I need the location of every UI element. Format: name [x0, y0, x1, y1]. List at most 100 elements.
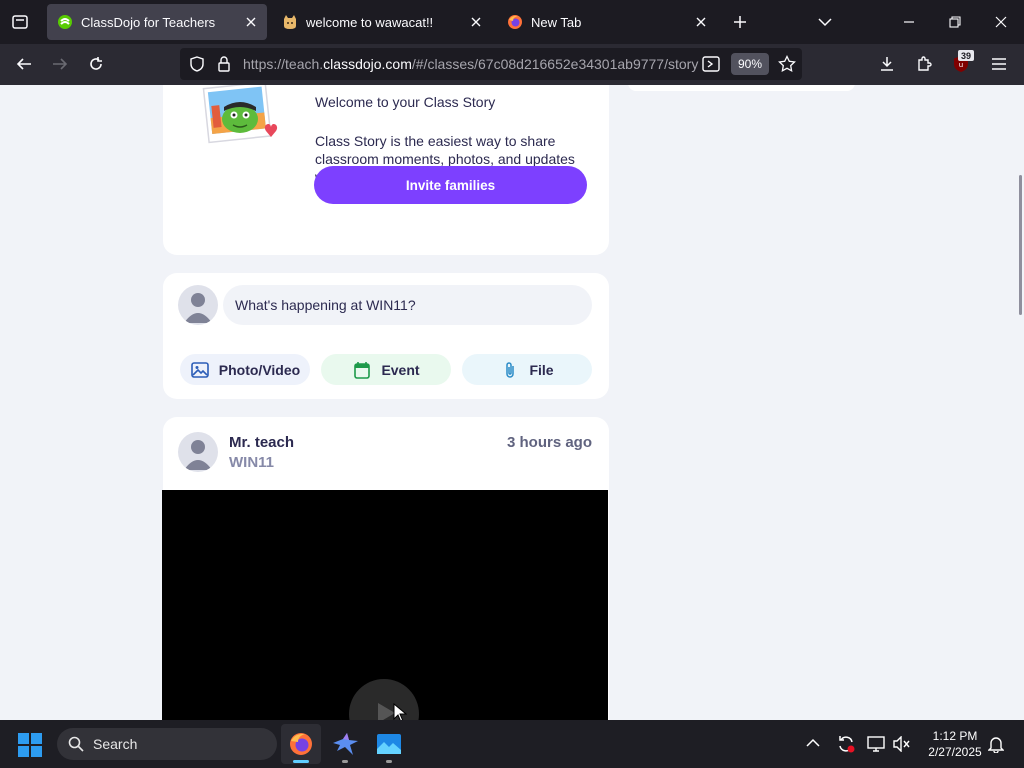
tab-title: ClassDojo for Teachers [81, 14, 216, 30]
classdojo-icon [57, 14, 73, 30]
running-indicator [342, 760, 348, 763]
minimize-icon [904, 21, 914, 23]
shield-icon[interactable] [189, 56, 205, 72]
volume-muted-icon[interactable] [893, 736, 911, 752]
running-indicator [386, 760, 392, 763]
chevron-down-icon [818, 18, 832, 27]
start-button[interactable] [18, 733, 42, 757]
clock-time: 1:12 PM [932, 729, 978, 743]
close-icon[interactable] [689, 10, 713, 34]
svg-text:u: u [959, 61, 963, 69]
post-timestamp: 3 hours ago [506, 434, 592, 451]
extension-badge: 39 [958, 50, 974, 61]
avatar [178, 285, 218, 325]
extensions-button[interactable] [908, 48, 940, 80]
event-button[interactable]: Event [321, 354, 451, 385]
display-icon[interactable] [867, 735, 887, 753]
url-path: /#/classes/67c08d216652e34301ab9777/stor… [411, 56, 699, 72]
photos-icon [377, 734, 401, 754]
default-user-icon [184, 293, 212, 323]
page-scrollbar[interactable] [1016, 85, 1024, 720]
page-viewport: Welcome to your Class Story Class Story … [0, 85, 1024, 720]
taskbar-photos-app[interactable] [369, 724, 409, 764]
firefox-icon [507, 14, 523, 30]
firefox-icon [290, 733, 312, 755]
tab-classdojo[interactable]: ClassDojo for Teachers [47, 4, 267, 40]
file-label: File [529, 361, 554, 378]
puzzle-icon [918, 56, 932, 71]
menu-button[interactable] [983, 48, 1015, 80]
address-bar[interactable]: https://teach.classdojo.com/#/classes/67… [180, 48, 802, 80]
avatar[interactable] [178, 432, 218, 472]
zoom-level-button[interactable]: 90% [731, 53, 770, 75]
arrow-right-icon [53, 58, 68, 70]
close-window-button[interactable] [978, 0, 1024, 44]
notification-bell-icon[interactable] [988, 735, 1004, 753]
taskbar-clock[interactable]: 1:12 PM 2/27/2025 [922, 728, 988, 760]
taskbar-search[interactable]: Search [57, 728, 277, 760]
taskbar-bird-app[interactable] [325, 724, 365, 764]
photo-video-button[interactable]: Photo/Video [180, 354, 310, 385]
windows-logo-quad [31, 746, 42, 757]
class-story-illustration [202, 85, 278, 144]
post-author[interactable]: Mr. teach [229, 434, 294, 451]
clock-date: 2/27/2025 [928, 745, 982, 759]
restore-icon [949, 16, 961, 28]
windows-logo-quad [18, 733, 29, 744]
search-icon [68, 736, 84, 752]
image-icon [190, 360, 210, 380]
scrollbar-thumb[interactable] [1019, 175, 1022, 315]
hamburger-menu-icon [992, 58, 1006, 70]
url-domain: classdojo.com [323, 56, 412, 72]
right-sidebar-card [628, 85, 855, 91]
bird-app-icon [333, 733, 358, 755]
post-class-name: WIN11 [229, 454, 275, 471]
search-label: Search [93, 736, 138, 752]
story-post-card: Mr. teach WIN11 3 hours ago [162, 417, 609, 720]
windows-logo-quad [18, 746, 29, 757]
reload-icon [90, 57, 102, 70]
taskbar-firefox[interactable] [281, 724, 321, 764]
file-button[interactable]: File [462, 354, 592, 385]
download-icon [881, 57, 893, 71]
close-icon[interactable] [464, 10, 488, 34]
tab-title: welcome to wawacat!! [306, 14, 434, 30]
close-icon [995, 16, 1007, 28]
sync-icon[interactable] [836, 734, 856, 754]
navigation-bar: https://teach.classdojo.com/#/classes/67… [0, 44, 1024, 85]
post-compose-input[interactable]: What's happening at WIN11? [223, 285, 592, 325]
class-story-welcome-card: Welcome to your Class Story Class Story … [163, 85, 609, 255]
tab-new-tab[interactable]: New Tab [497, 4, 717, 40]
reload-button[interactable] [80, 48, 112, 80]
url-text[interactable]: https://teach.classdojo.com/#/classes/67… [243, 56, 698, 72]
plus-icon [734, 16, 746, 28]
browser-tab-bar: ClassDojo for Teachers welcome to wawaca… [0, 0, 1024, 44]
paperclip-icon [500, 360, 520, 380]
restore-button[interactable] [932, 0, 978, 44]
mouse-cursor-icon [393, 703, 407, 720]
star-icon[interactable] [778, 55, 796, 73]
tab-wawacat[interactable]: welcome to wawacat!! [272, 4, 492, 40]
post-video[interactable] [162, 490, 608, 720]
cat-icon [282, 14, 298, 30]
chevron-up-icon[interactable] [806, 738, 820, 748]
tab-overview-icon [12, 15, 28, 29]
welcome-title: Welcome to your Class Story [315, 94, 496, 110]
list-all-tabs-button[interactable] [803, 0, 847, 44]
lock-icon[interactable] [217, 56, 231, 72]
downloads-button[interactable] [871, 48, 903, 80]
tab-title: New Tab [531, 14, 582, 30]
windows-taskbar: Search 1:12 PM 2/27/2025 [0, 720, 1024, 768]
reader-view-icon[interactable] [702, 56, 720, 72]
play-button[interactable] [349, 679, 419, 720]
back-button[interactable] [8, 48, 40, 80]
tab-overview-button[interactable] [0, 0, 40, 44]
calendar-icon [352, 360, 372, 380]
minimize-button[interactable] [886, 0, 932, 44]
new-tab-button[interactable] [718, 0, 762, 44]
arrow-left-icon [16, 58, 31, 70]
invite-families-button[interactable]: Invite families [314, 166, 587, 204]
close-icon[interactable] [239, 10, 263, 34]
default-user-icon [184, 440, 212, 470]
forward-button[interactable] [44, 48, 76, 80]
